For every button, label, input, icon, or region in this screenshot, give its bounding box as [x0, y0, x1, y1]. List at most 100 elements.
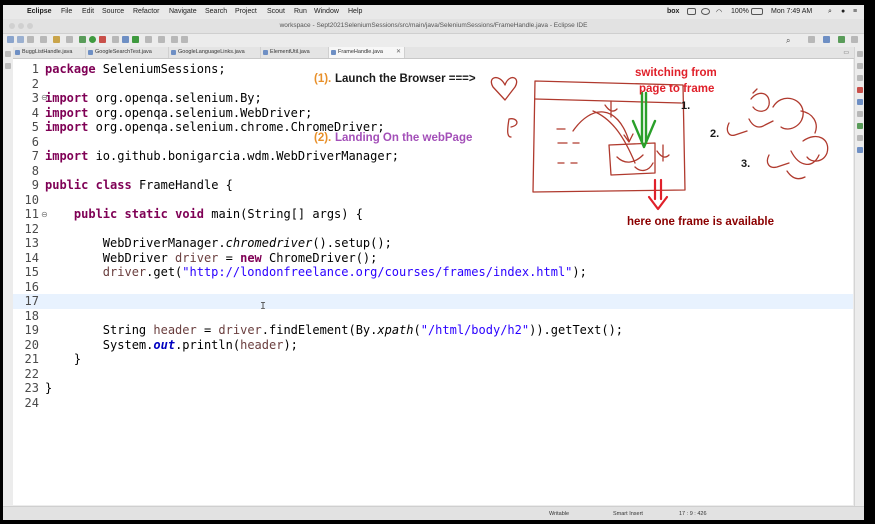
- battery-percent: 100%: [731, 8, 749, 15]
- debug-perspective-icon[interactable]: [838, 36, 845, 43]
- annotation-launch-text: Launch the Browser ===>: [335, 73, 476, 85]
- java-file-icon: [263, 50, 268, 55]
- console-icon[interactable]: [857, 123, 863, 129]
- menu-window[interactable]: Window: [314, 8, 339, 15]
- status-bar: Writable Smart Insert 17 : 9 : 426: [3, 506, 864, 520]
- video-frame: Eclipse File Edit Source Refactor Naviga…: [0, 0, 875, 524]
- run-icon[interactable]: [89, 36, 96, 43]
- git-perspective-icon[interactable]: [851, 36, 858, 43]
- open-type-icon[interactable]: [53, 36, 60, 43]
- clock[interactable]: Mon 7:49 AM: [771, 8, 812, 15]
- annotation-icon[interactable]: [158, 36, 165, 43]
- menu-run[interactable]: Run: [294, 8, 307, 15]
- close-tab-icon[interactable]: ✕: [396, 47, 401, 58]
- tab-bugglisthandle[interactable]: BuggListHandle.java: [13, 47, 86, 58]
- menu-file[interactable]: File: [61, 8, 72, 15]
- back-icon[interactable]: [171, 36, 178, 43]
- menu-source[interactable]: Source: [102, 8, 124, 15]
- external-tools-icon[interactable]: [99, 36, 106, 43]
- annotation-switching-line2: page to frame: [639, 83, 715, 95]
- main-toolbar: ⌕: [3, 34, 864, 46]
- debug-icon[interactable]: [79, 36, 86, 43]
- save-icon[interactable]: [17, 36, 24, 43]
- task-list-icon[interactable]: [857, 63, 863, 69]
- status-insert-mode: Smart Insert: [613, 511, 643, 517]
- battery-icon[interactable]: [751, 8, 763, 15]
- quick-access-search-icon[interactable]: ⌕: [786, 36, 790, 46]
- java-perspective-icon[interactable]: [823, 36, 830, 43]
- open-perspective-icon[interactable]: [808, 36, 815, 43]
- editor-tabs: BuggListHandle.java GoogleSearchTest.jav…: [13, 47, 863, 59]
- tab-label: ElementUtil.java: [270, 49, 310, 55]
- forward-icon[interactable]: [181, 36, 188, 43]
- restore-right-icon[interactable]: [857, 51, 863, 57]
- search-toolbar-icon[interactable]: [145, 36, 152, 43]
- tab-label: BuggListHandle.java: [22, 49, 73, 55]
- new-java-project-icon[interactable]: [112, 36, 119, 43]
- menu-app-name[interactable]: Eclipse: [27, 8, 52, 15]
- right-trim-bar: [854, 47, 864, 507]
- outline-icon[interactable]: [857, 75, 863, 81]
- wifi-icon[interactable]: ◠: [716, 8, 722, 16]
- tab-label: GoogleLanguageLinks.java: [178, 49, 245, 55]
- sketch-overlay: [490, 77, 829, 211]
- problems-icon[interactable]: [857, 87, 863, 93]
- menu-help[interactable]: Help: [348, 8, 362, 15]
- mac-menu-bar: Eclipse File Edit Source Refactor Naviga…: [3, 5, 864, 19]
- menu-refactor[interactable]: Refactor: [133, 8, 159, 15]
- tab-googlelanguagelinks[interactable]: GoogleLanguageLinks.java: [169, 47, 261, 58]
- menu-search[interactable]: Search: [205, 8, 227, 15]
- sync-icon[interactable]: [701, 8, 710, 15]
- annotation-landing-text: Landing On the webPage: [335, 132, 473, 144]
- frame-box-sketch: [608, 142, 656, 176]
- package-explorer-icon[interactable]: [5, 63, 11, 69]
- menu-edit[interactable]: Edit: [82, 8, 94, 15]
- diagram-node-3: [772, 97, 804, 130]
- annotation-switching-line1: switching from: [635, 67, 717, 79]
- annotation-landing-number: (2).: [314, 132, 332, 144]
- new-package-icon[interactable]: [122, 36, 129, 43]
- dropbox-icon[interactable]: [687, 8, 696, 15]
- step-3-label: 3.: [741, 158, 751, 170]
- annotation-frame-available: here one frame is available: [627, 216, 775, 228]
- left-trim-bar: [3, 47, 13, 507]
- search-view-icon[interactable]: [857, 147, 863, 153]
- save-all-icon[interactable]: [27, 36, 34, 43]
- minimize-editor-icon[interactable]: ▭: [843, 49, 849, 56]
- code-editor[interactable]: 1 package SeleniumSessions; 2 3 import org.o…: [13, 59, 853, 505]
- window-title-bar: workspace - Sept2021SeleniumSessions/src…: [3, 19, 864, 34]
- progress-icon[interactable]: [857, 135, 863, 141]
- java-file-icon: [171, 50, 176, 55]
- menu-scout[interactable]: Scout: [267, 8, 285, 15]
- curve-arrow-sketch: [572, 111, 630, 142]
- restore-icon[interactable]: [5, 51, 11, 57]
- diagram-node-2: [726, 122, 748, 137]
- terminal-icon[interactable]: [66, 36, 73, 43]
- eclipse-window: Eclipse File Edit Source Refactor Naviga…: [3, 5, 864, 520]
- step-1-label: 1.: [681, 100, 691, 112]
- new-icon[interactable]: [7, 36, 14, 43]
- menu-project[interactable]: Project: [235, 8, 257, 15]
- status-writable: Writable: [549, 511, 570, 517]
- siri-icon[interactable]: ●: [841, 8, 845, 15]
- tab-label: FrameHandle.java: [338, 49, 383, 55]
- java-file-icon: [15, 50, 20, 55]
- print-icon[interactable]: [40, 36, 47, 43]
- status-cursor-position: 17 : 9 : 426: [679, 511, 707, 517]
- annotation-launch-number: (1).: [314, 73, 332, 85]
- search-icon[interactable]: ⌕: [828, 8, 832, 16]
- window-title: workspace - Sept2021SeleniumSessions/src…: [279, 22, 588, 29]
- tab-googlesearchtest[interactable]: GoogleSearchTest.java: [86, 47, 169, 58]
- declaration-icon[interactable]: [857, 111, 863, 117]
- java-file-icon: [331, 50, 336, 55]
- javadoc-icon[interactable]: [857, 99, 863, 105]
- tab-framehandle[interactable]: FrameHandle.java ✕: [329, 47, 405, 58]
- page-header-line: [534, 98, 682, 104]
- tab-label: GoogleSearchTest.java: [95, 49, 152, 55]
- box-tray-icon[interactable]: box: [667, 8, 679, 15]
- new-class-icon[interactable]: [132, 36, 139, 43]
- menu-list-icon[interactable]: ≡: [853, 8, 857, 15]
- tab-elementutil[interactable]: ElementUtil.java: [261, 47, 329, 58]
- menu-navigate[interactable]: Navigate: [169, 8, 197, 15]
- heart-sketch: [490, 77, 518, 101]
